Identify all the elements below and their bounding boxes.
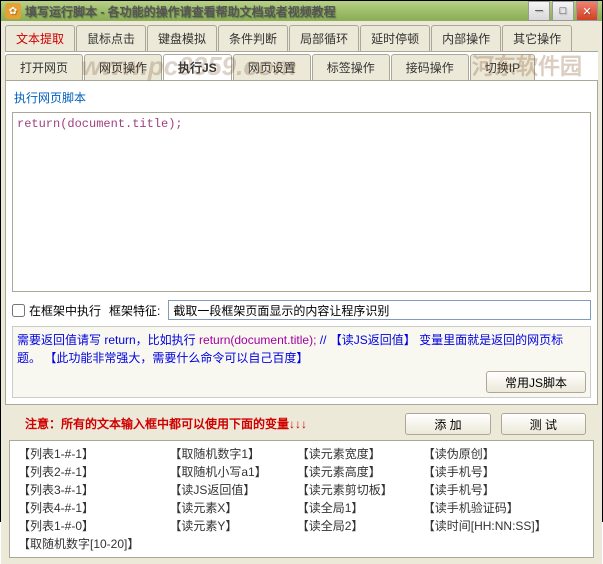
frame-feature-label: 框架特征: xyxy=(109,302,160,319)
var-item: 【读元素高度】 xyxy=(297,463,393,481)
hint-text3: 【此功能非常强大，需要什么命令可以自己百度】 xyxy=(44,351,308,365)
var-item: 【读全局1】 xyxy=(297,499,393,517)
app-icon: ✿ xyxy=(5,3,21,19)
hint-code: return(document.title); xyxy=(199,333,316,347)
subtab-switch-ip[interactable]: 切换IP xyxy=(470,54,535,80)
var-item: 【读手机号】 xyxy=(423,481,547,499)
maximize-button[interactable]: □ xyxy=(552,1,574,21)
action-row: 注意：所有的文本输入框中都可以使用下面的变量↓↓↓ 添 加 测 试 xyxy=(9,407,594,440)
subtab-code-ops[interactable]: 接码操作 xyxy=(391,54,469,80)
tab-delay[interactable]: 延时停顿 xyxy=(360,25,430,51)
notice-text: 注意：所有的文本输入框中都可以使用下面的变量↓↓↓ xyxy=(17,409,315,438)
js-code-input[interactable] xyxy=(12,112,591,292)
var-item: 【读伪原创】 xyxy=(423,445,547,463)
var-item: 【读手机号】 xyxy=(423,463,547,481)
var-item: 【读时间[HH:NN:SS]】 xyxy=(423,517,547,535)
var-item: 【取随机数字1】 xyxy=(169,445,266,463)
var-item: 【读元素X】 xyxy=(169,499,266,517)
tab-text-extract[interactable]: 文本提取 xyxy=(5,25,75,51)
var-item: 【读元素宽度】 xyxy=(297,445,393,463)
main-tabs: 文本提取 鼠标点击 键盘模拟 条件判断 局部循环 延时停顿 内部操作 其它操作 xyxy=(5,25,598,51)
js-panel: 执行网页脚本 在框架中执行 框架特征: 需要返回值请写 return，比如执行 … xyxy=(5,80,598,405)
var-item: 【读元素剪切板】 xyxy=(297,481,393,499)
app-window: ✿ 填写运行脚本 - 各功能的操作请查看帮助文档或者视频教程 ─ □ ✕ www… xyxy=(0,0,603,522)
test-button[interactable]: 测 试 xyxy=(501,413,586,435)
var-item: 【读JS返回值】 xyxy=(169,481,266,499)
var-item: 【列表3-#-1】 xyxy=(18,481,139,499)
var-item: 【读元素Y】 xyxy=(169,517,266,535)
var-item: 【列表4-#-1】 xyxy=(18,499,139,517)
window-title: 填写运行脚本 - 各功能的操作请查看帮助文档或者视频教程 xyxy=(25,3,528,20)
var-item: 【取随机小写a1】 xyxy=(169,463,266,481)
var-item: 【读全局2】 xyxy=(297,517,393,535)
action-buttons: 添 加 测 试 xyxy=(405,413,586,435)
var-item: 【列表2-#-1】 xyxy=(18,463,139,481)
subtab-exec-js[interactable]: 执行JS xyxy=(163,54,232,80)
sub-tabs: 打开网页 网页操作 执行JS 网页设置 标签操作 接码操作 切换IP xyxy=(5,51,598,80)
var-col-4: 【读伪原创】 【读手机号】 【读手机号】 【读手机验证码】 【读时间[HH:NN… xyxy=(423,445,547,553)
frame-checkbox[interactable] xyxy=(12,304,25,317)
subtab-tag-ops[interactable]: 标签操作 xyxy=(312,54,390,80)
frame-feature-input[interactable] xyxy=(168,300,591,320)
add-button[interactable]: 添 加 xyxy=(405,413,490,435)
subtab-page-ops[interactable]: 网页操作 xyxy=(84,54,162,80)
variables-panel: 【列表1-#-1】 【列表2-#-1】 【列表3-#-1】 【列表4-#-1】 … xyxy=(9,440,594,558)
var-col-3: 【读元素宽度】 【读元素高度】 【读元素剪切板】 【读全局1】 【读全局2】 xyxy=(297,445,393,553)
minimize-button[interactable]: ─ xyxy=(528,1,550,21)
bottom-area: 注意：所有的文本输入框中都可以使用下面的变量↓↓↓ 添 加 测 试 【列表1-#… xyxy=(5,405,598,560)
common-js-button[interactable]: 常用JS脚本 xyxy=(486,371,586,393)
subtab-open-page[interactable]: 打开网页 xyxy=(5,54,83,80)
hint-text1: 需要返回值请写 return，比如执行 xyxy=(17,333,199,347)
var-item: 【读手机验证码】 xyxy=(423,499,547,517)
hint-box: 需要返回值请写 return，比如执行 return(document.titl… xyxy=(12,326,591,398)
close-button[interactable]: ✕ xyxy=(576,1,598,21)
tab-loop[interactable]: 局部循环 xyxy=(289,25,359,51)
subtab-page-settings[interactable]: 网页设置 xyxy=(233,54,311,80)
var-col-1: 【列表1-#-1】 【列表2-#-1】 【列表3-#-1】 【列表4-#-1】 … xyxy=(18,445,139,553)
titlebar: ✿ 填写运行脚本 - 各功能的操作请查看帮助文档或者视频教程 ─ □ ✕ xyxy=(1,1,602,21)
frame-options-row: 在框架中执行 框架特征: xyxy=(12,300,591,320)
tab-mouse-click[interactable]: 鼠标点击 xyxy=(76,25,146,51)
frame-checkbox-text: 在框架中执行 xyxy=(29,302,101,319)
tab-internal[interactable]: 内部操作 xyxy=(431,25,501,51)
window-buttons: ─ □ ✕ xyxy=(528,1,598,21)
panel-title: 执行网页脚本 xyxy=(12,87,591,108)
var-item: 【列表1-#-0】 xyxy=(18,517,139,535)
var-item: 【取随机数字[10-20]】 xyxy=(18,535,139,553)
var-item: 【列表1-#-1】 xyxy=(18,445,139,463)
tab-keyboard[interactable]: 键盘模拟 xyxy=(147,25,217,51)
hint-button-row: 常用JS脚本 xyxy=(17,371,586,393)
content-area: www.pc0359.com 河东软件园 文本提取 鼠标点击 键盘模拟 条件判断… xyxy=(1,21,602,564)
tab-other[interactable]: 其它操作 xyxy=(502,25,572,51)
var-col-2: 【取随机数字1】 【取随机小写a1】 【读JS返回值】 【读元素X】 【读元素Y… xyxy=(169,445,266,553)
hint-line1: 需要返回值请写 return，比如执行 return(document.titl… xyxy=(17,331,586,367)
frame-checkbox-label[interactable]: 在框架中执行 xyxy=(12,302,101,319)
tab-condition[interactable]: 条件判断 xyxy=(218,25,288,51)
